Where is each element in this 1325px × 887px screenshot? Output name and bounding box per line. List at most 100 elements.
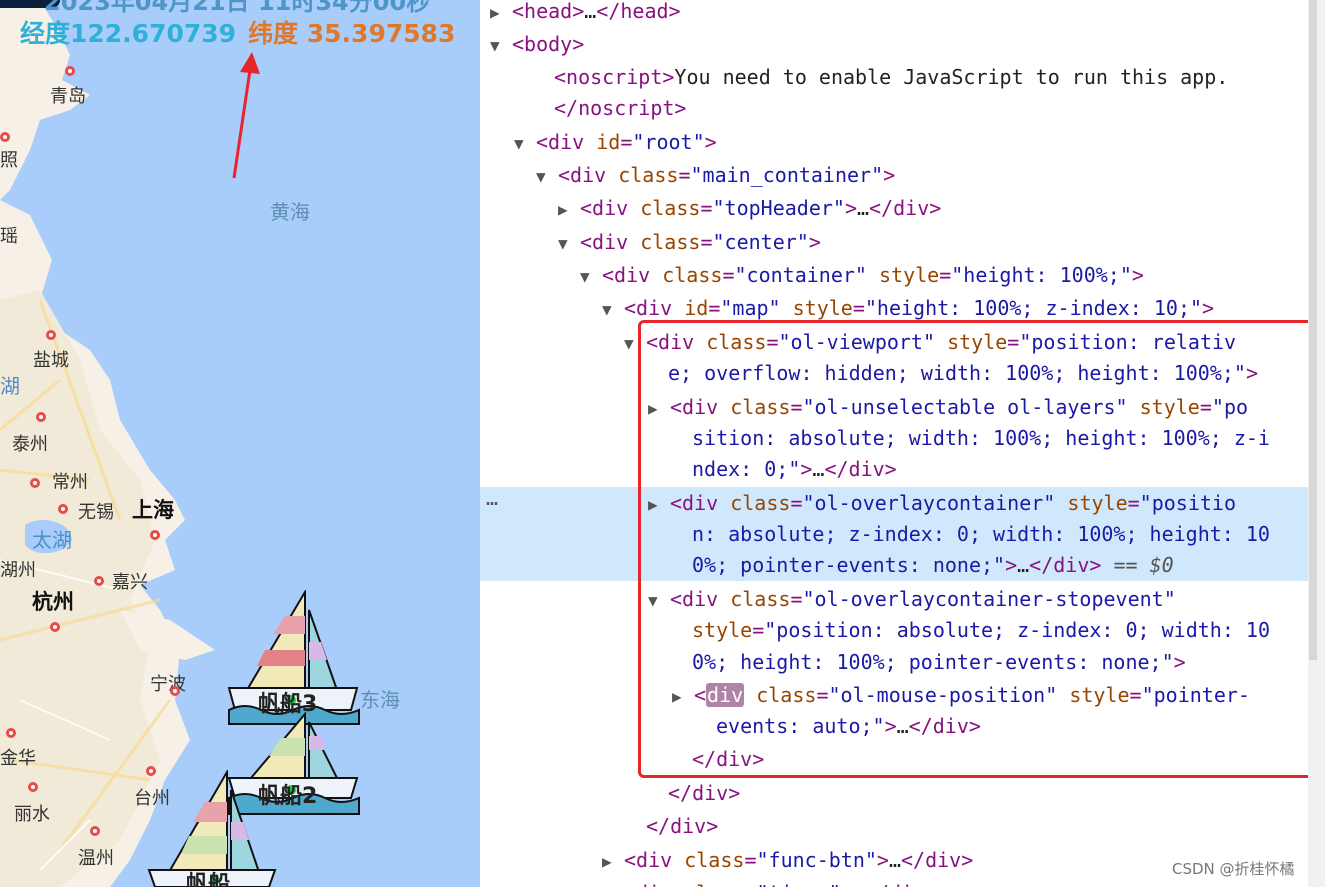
dom-token-val: "timer" xyxy=(756,881,840,887)
dom-token-tag xyxy=(867,263,879,287)
dom-token-tag: = xyxy=(678,163,691,187)
dom-token-val: "topHeader" xyxy=(712,196,845,220)
dom-node-line[interactable]: <noscript>You need to enable JavaScript … xyxy=(554,61,1228,93)
dom-node-line[interactable]: </div> xyxy=(646,810,718,842)
city-marker xyxy=(30,478,40,488)
dom-token-attr: id xyxy=(596,130,621,154)
city-label-ningbo: 宁波 xyxy=(150,674,186,695)
dom-node-line[interactable]: ▼ <div class="center"> xyxy=(558,226,821,258)
sea-label-donghai: 东海 xyxy=(360,688,400,712)
dom-token-tag: = xyxy=(744,848,757,872)
expand-triangle-open-icon[interactable]: ▼ xyxy=(536,161,558,193)
dom-token-tag: = xyxy=(744,881,756,887)
city-label-qingdao: 青岛 xyxy=(50,86,86,107)
dom-token-attr: class xyxy=(640,196,701,220)
dom-node-line[interactable]: </noscript> xyxy=(554,92,686,124)
dom-token-tag: <div xyxy=(580,196,641,220)
dom-node-line[interactable]: ▶ <head>…</head> xyxy=(490,0,681,27)
dom-token-tag: = xyxy=(700,196,713,220)
dom-token-txt: You need to enable JavaScript to run thi… xyxy=(674,65,1229,89)
dom-token-val: "root" xyxy=(632,130,705,154)
expand-triangle-open-icon[interactable]: ▼ xyxy=(602,294,624,326)
lake-label-taihu: 太湖 xyxy=(32,528,72,552)
city-marker xyxy=(170,686,180,696)
expand-triangle-closed-icon[interactable]: ▶ xyxy=(558,194,580,226)
expand-triangle-closed-icon[interactable]: ▶ xyxy=(602,846,624,878)
city-marker xyxy=(94,576,104,586)
dom-token-tag: </div> xyxy=(646,814,719,838)
dom-token-tag: = xyxy=(700,230,713,254)
dom-token-tag: </div> xyxy=(869,196,942,220)
dom-token-tag: <div xyxy=(536,130,597,154)
expand-triangle-open-icon[interactable]: ▼ xyxy=(580,261,602,293)
dom-token-tag: </noscript> xyxy=(554,96,687,120)
dom-token-attr: class xyxy=(684,848,745,872)
city-label-wuxi: 无锡 xyxy=(78,502,114,523)
dom-token-tag: </head> xyxy=(596,0,681,23)
expand-triangle-closed-icon[interactable]: ▶ xyxy=(602,879,624,887)
dom-token-attr: id xyxy=(684,296,709,320)
expand-triangle-open-icon[interactable]: ▼ xyxy=(490,30,512,62)
city-marker xyxy=(36,412,46,422)
city-label-shanghai: 上海 xyxy=(132,498,174,522)
dom-token-tag: </div> xyxy=(668,781,741,805)
node-actions-ellipsis[interactable]: … xyxy=(486,486,498,510)
city-label-wenzhou: 温州 xyxy=(78,848,114,869)
city-label-hangzhou: 杭州 xyxy=(32,590,74,614)
city-marker xyxy=(28,782,38,792)
city-label-ri: 照 xyxy=(0,150,18,171)
dom-token-val: "height: 100%; z-index: 10;" xyxy=(864,296,1203,320)
dom-token-tag: > xyxy=(704,130,717,154)
dom-node-line[interactable]: ▼ <div class="main_container"> xyxy=(536,159,895,191)
city-marker xyxy=(58,504,68,514)
expand-triangle-open-icon[interactable]: ▼ xyxy=(514,128,536,160)
dom-token-attr: style xyxy=(792,296,853,320)
city-label-huzhou: 湖州 xyxy=(0,560,36,581)
dom-token-tag: <div xyxy=(602,263,663,287)
dom-token-tag: = xyxy=(939,263,952,287)
dom-token-tag: = xyxy=(722,263,735,287)
dom-token-tag: > xyxy=(883,163,896,187)
dom-node-line[interactable]: </div> xyxy=(668,777,740,809)
dom-token-tag xyxy=(781,296,793,320)
dom-token-txt: … xyxy=(856,196,870,220)
dom-token-val: "container" xyxy=(734,263,867,287)
lake-label-hu: 湖 xyxy=(0,374,20,398)
dom-node-line[interactable]: ▶ <div class="func-btn">…</div> xyxy=(602,844,973,876)
dom-node-line[interactable]: ▼ <body> xyxy=(490,28,584,60)
city-label-yao: 瑶 xyxy=(0,226,18,247)
city-label-jiaxing: 嘉兴 xyxy=(112,572,148,593)
city-marker xyxy=(65,66,75,76)
expand-triangle-closed-icon[interactable]: ▶ xyxy=(490,0,512,29)
dom-token-txt: … xyxy=(584,0,597,23)
dom-token-txt: … xyxy=(853,881,865,887)
city-label-jinhua: 金华 xyxy=(0,748,36,769)
dom-token-tag: > xyxy=(876,848,889,872)
city-marker xyxy=(150,530,160,540)
dom-token-tag: <body> xyxy=(512,32,585,56)
dom-token-tag: <div xyxy=(558,163,619,187)
city-label-lishui: 丽水 xyxy=(14,804,50,825)
dom-node-line[interactable]: ▼ <div class="container" style="height: 1… xyxy=(580,259,1144,291)
dom-token-tag: <div xyxy=(624,881,684,887)
scrollbar-thumb[interactable] xyxy=(1309,0,1317,660)
city-marker xyxy=(0,132,10,142)
devtools-elements-panel[interactable]: … ▶ <head>…</head> ▼ <body> <noscript>You ne… xyxy=(480,0,1325,887)
dom-token-attr: class xyxy=(684,881,744,887)
dom-token-tag: > xyxy=(844,196,857,220)
dom-token-val: "center" xyxy=(712,230,809,254)
dom-token-tag: > xyxy=(1202,296,1215,320)
city-marker xyxy=(46,330,56,340)
dom-token-tag: <noscript> xyxy=(554,65,675,89)
expand-triangle-open-icon[interactable]: ▼ xyxy=(558,228,580,260)
map-viewport[interactable]: 2023年04月21日 11时34分00秒 经度122.670739 纬度 35.… xyxy=(0,0,480,887)
dom-node-line[interactable]: ▶<div class="timer">…</div> xyxy=(602,877,937,887)
dom-token-tag: = xyxy=(620,130,633,154)
dom-token-txt: … xyxy=(888,848,901,872)
city-marker xyxy=(50,622,60,632)
dom-token-tag: > xyxy=(841,881,853,887)
dom-node-line[interactable]: ▼ <div id="root"> xyxy=(514,126,717,158)
city-marker xyxy=(90,826,100,836)
dom-node-line[interactable]: ▶ <div class="topHeader">…</div> xyxy=(558,192,941,224)
dom-token-tag: <head> xyxy=(512,0,585,23)
